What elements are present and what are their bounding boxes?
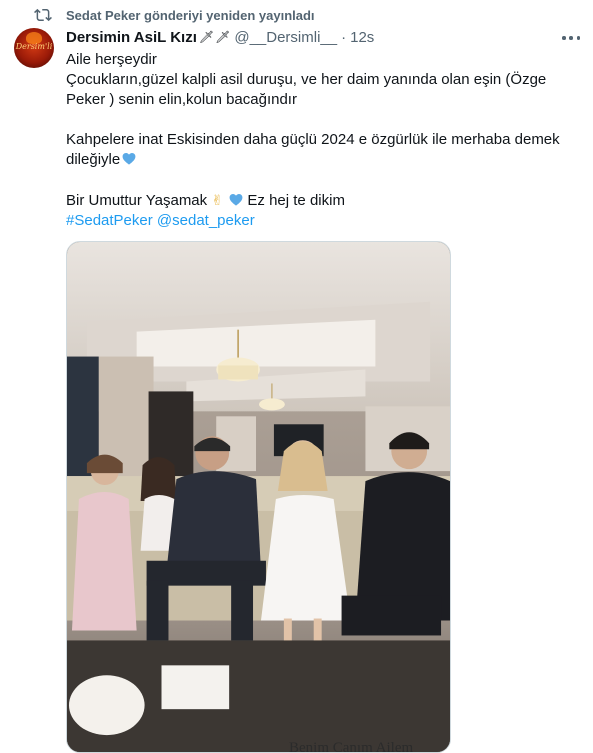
post-line: dileğiyle — [66, 151, 121, 168]
victory-hand-icon: ✌ — [211, 192, 224, 208]
repost-indicator[interactable]: Sedat Peker gönderiyi yeniden yayınladı — [34, 6, 315, 24]
post-line: Aile herşeydir — [66, 51, 157, 68]
hashtag-link[interactable]: #SedatPeker — [66, 212, 153, 229]
mention-link[interactable]: @sedat_peker — [157, 212, 255, 229]
repost-icon — [34, 8, 52, 22]
post-timestamp[interactable]: 12s — [350, 29, 374, 46]
avatar-text: Dersim'li — [15, 42, 53, 51]
post-tags-line: #SedatPeker @sedat_peker — [66, 211, 576, 231]
more-dot-icon — [576, 36, 580, 40]
family-photo-illustration — [67, 242, 450, 752]
more-dot-icon — [569, 36, 573, 40]
post-header: Dersimin AsiL Kızı 🗡🗡 @__Dersimli__ · 12… — [66, 27, 374, 47]
post-photo[interactable]: Benim Canım Ailem — [66, 241, 451, 753]
blue-heart-icon — [122, 152, 136, 165]
separator-dot: · — [341, 28, 347, 46]
post-line-with-heart: dileğiyle — [66, 150, 576, 170]
blue-heart-icon — [229, 193, 243, 206]
post-line: Çocukların,güzel kalpli asil duruşu, ve … — [66, 71, 547, 88]
post-line: Ez hej te dikim — [247, 192, 345, 209]
more-dot-icon — [562, 36, 566, 40]
post-line-with-emoji: Bir Umuttur Yaşamak ✌ Ez hej te dikim — [66, 190, 576, 211]
repost-label: Sedat Peker gönderiyi yeniden yayınladı — [66, 7, 315, 23]
author-handle[interactable]: @__Dersimli__ — [234, 29, 337, 46]
post-line — [66, 170, 576, 190]
post-line — [66, 110, 576, 130]
photo-caption: Benim Canım Ailem — [289, 740, 414, 753]
avatar[interactable]: Dersim'li — [14, 28, 54, 68]
post-line: Peker ) senin elin,kolun bacağındır — [66, 91, 297, 108]
more-options-button[interactable] — [560, 28, 582, 48]
post-line: Bir Umuttur Yaşamak — [66, 192, 208, 209]
post-line: Kahpelere inat Eskisinden daha güçlü 202… — [66, 131, 560, 148]
author-name[interactable]: Dersimin AsiL Kızı — [66, 29, 197, 46]
post-text: Aile herşeydir Çocukların,güzel kalpli a… — [66, 50, 576, 231]
name-emoji-badges: 🗡🗡 — [198, 30, 232, 44]
